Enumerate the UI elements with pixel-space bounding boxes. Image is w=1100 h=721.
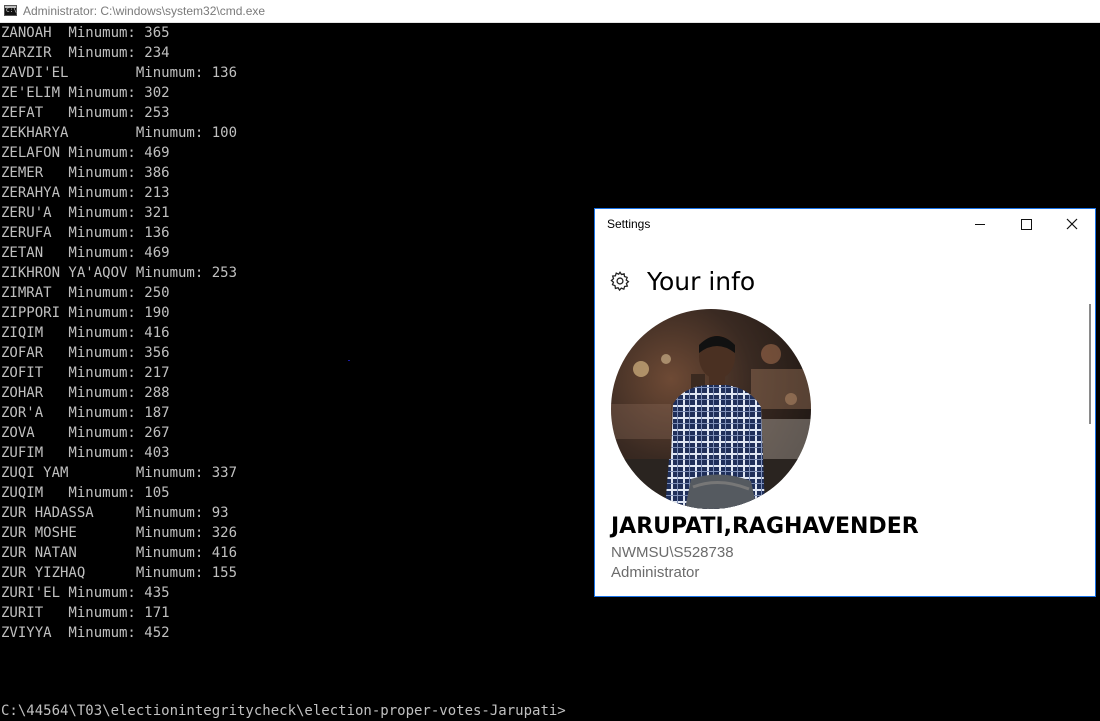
user-display-name: JARUPATI,RAGHAVENDER [611, 514, 919, 539]
console-line: ZVIYYA Minumum: 452 [1, 625, 170, 641]
close-icon [1066, 218, 1078, 230]
page-heading: Your info [609, 265, 755, 297]
console-line: ZOR'A Minumum: 187 [1, 405, 170, 421]
gear-icon [610, 271, 630, 292]
cmd-window-title: Administrator: C:\windows\system32\cmd.e… [23, 4, 266, 18]
cmd-title-bar[interactable]: C:\ Administrator: C:\windows\system32\c… [0, 0, 1100, 23]
console-line: ZAVDI'EL Minumum: 136 [1, 65, 238, 81]
cmd-icon-text: C:\ [6, 7, 17, 14]
console-line: ZIKHRON YA'AQOV Minumum: 253 [1, 265, 238, 281]
settings-window[interactable]: Settings Your info JARUPATI,RAGHAVENDER … [594, 208, 1096, 597]
console-line: ZIPPORI Minumum: 190 [1, 305, 170, 321]
console-line: ZOVA Minumum: 267 [1, 425, 170, 441]
console-line: ZEMER Minumum: 386 [1, 165, 170, 181]
console-line: ZARZIR Minumum: 234 [1, 45, 170, 61]
console-line: ZUR NATAN Minumum: 416 [1, 545, 238, 561]
console-line: ZERAHYA Minumum: 213 [1, 185, 170, 201]
console-lines: ZANOAH Minumum: 365 ZARZIR Minumum: 234 ZA… [1, 23, 237, 643]
console-line: ZE'ELIM Minumum: 302 [1, 85, 170, 101]
console-line: ZUR YIZHAQ Minumum: 155 [1, 565, 238, 581]
settings-window-title: Settings [607, 217, 651, 231]
avatar[interactable] [611, 309, 811, 509]
console-line: ZELAFON Minumum: 469 [1, 145, 170, 161]
minimize-button[interactable] [957, 209, 1003, 239]
close-button[interactable] [1049, 209, 1095, 239]
console-line: ZERUFA Minumum: 136 [1, 225, 170, 241]
cmd-console-icon[interactable]: C:\ [4, 5, 17, 16]
console-cursor-artifact [348, 360, 350, 361]
console-line: ZUFIM Minumum: 403 [1, 445, 170, 461]
user-account-name: NWMSU\S528738 [611, 544, 734, 561]
scrollbar[interactable] [1089, 304, 1091, 424]
console-line: ZEFAT Minumum: 253 [1, 105, 170, 121]
console-line: ZOHAR Minumum: 288 [1, 385, 170, 401]
console-line: ZUR MOSHE Minumum: 326 [1, 525, 238, 541]
user-role: Administrator [611, 564, 700, 581]
console-prompt[interactable]: C:\44564\T03\electionintegritycheck\elec… [1, 701, 566, 721]
console-line: ZEKHARYA Minumum: 100 [1, 125, 238, 141]
console-line: ZERU'A Minumum: 321 [1, 205, 170, 221]
console-line: ZURIT Minumum: 171 [1, 605, 170, 621]
console-line: ZURI'EL Minumum: 435 [1, 585, 170, 601]
profile-photo [611, 309, 811, 509]
maximize-icon [1020, 218, 1032, 230]
console-line: ZOFAR Minumum: 356 [1, 345, 170, 361]
console-line: ZUQI YAM Minumum: 337 [1, 465, 238, 481]
console-line: ZANOAH Minumum: 365 [1, 25, 170, 41]
page-title: Your info [647, 266, 756, 296]
console-line: ZUR HADASSA Minumum: 93 [1, 505, 229, 521]
console-line: ZIMRAT Minumum: 250 [1, 285, 170, 301]
console-line: ZUQIM Minumum: 105 [1, 485, 170, 501]
console-line: ZETAN Minumum: 469 [1, 245, 170, 261]
minimize-icon [975, 223, 985, 225]
maximize-button[interactable] [1003, 209, 1049, 239]
console-line: ZOFIT Minumum: 217 [1, 365, 170, 381]
console-line: ZIQIM Minumum: 416 [1, 325, 170, 341]
